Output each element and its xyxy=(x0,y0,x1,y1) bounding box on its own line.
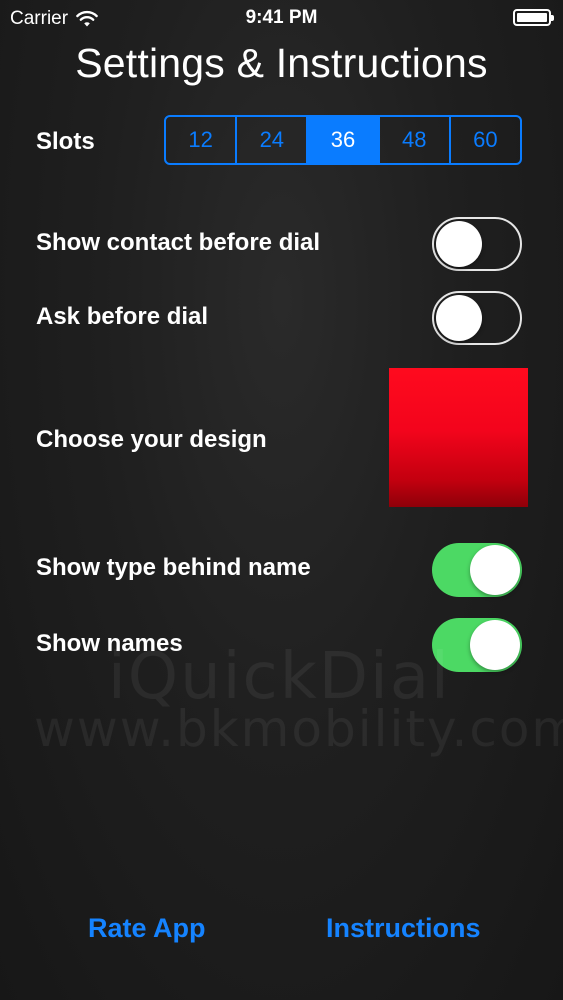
show-contact-toggle[interactable] xyxy=(432,217,522,271)
battery-level xyxy=(517,13,547,22)
status-bar: Carrier 9:41 PM xyxy=(0,0,563,36)
slots-segment-12[interactable]: 12 xyxy=(166,117,238,163)
toggle-knob xyxy=(470,620,520,670)
slots-segment-60[interactable]: 60 xyxy=(451,117,520,163)
toggle-knob xyxy=(436,221,482,267)
rate-app-button[interactable]: Rate App xyxy=(88,913,206,944)
show-type-toggle[interactable] xyxy=(432,543,522,597)
show-contact-label: Show contact before dial xyxy=(36,229,321,256)
show-type-label: Show type behind name xyxy=(36,554,311,581)
slots-label: Slots xyxy=(36,128,95,155)
slots-segment-36[interactable]: 36 xyxy=(308,117,380,163)
ask-before-dial-toggle[interactable] xyxy=(432,291,522,345)
slots-segment-48[interactable]: 48 xyxy=(380,117,451,163)
page-title: Settings & Instructions xyxy=(75,40,488,86)
ask-before-dial-label: Ask before dial xyxy=(36,303,209,330)
instructions-button[interactable]: Instructions xyxy=(326,913,481,944)
choose-design-label: Choose your design xyxy=(36,426,267,453)
battery-icon xyxy=(513,9,554,26)
watermark-url: www.bkmobility.com xyxy=(34,700,563,758)
slots-segment-24[interactable]: 24 xyxy=(237,117,309,163)
toggle-knob xyxy=(436,295,482,341)
design-swatch-button[interactable] xyxy=(389,368,528,507)
status-time: 9:41 PM xyxy=(245,7,318,28)
slots-segmented-control[interactable]: 12 24 36 48 60 xyxy=(164,115,522,165)
toggle-knob xyxy=(470,545,520,595)
